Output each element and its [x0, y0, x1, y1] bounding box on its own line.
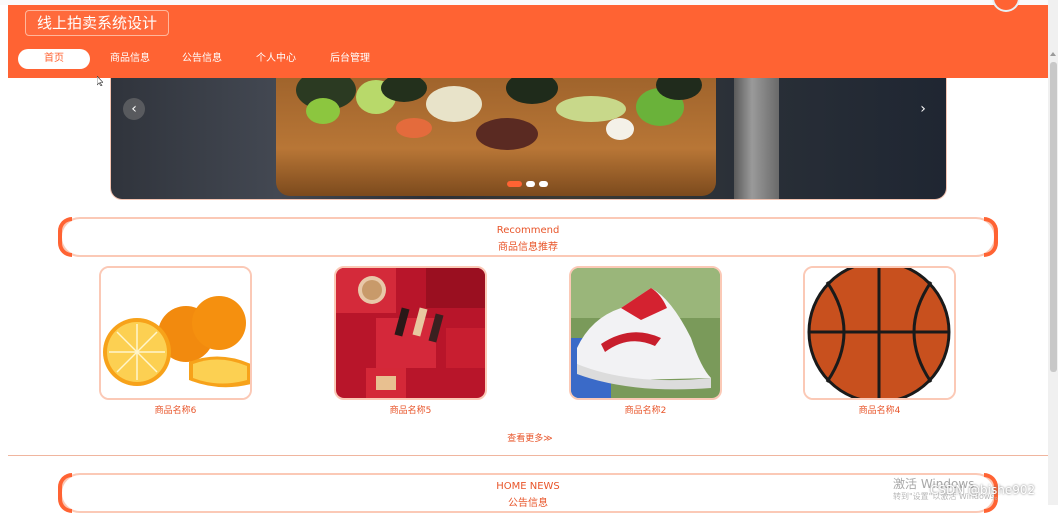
product-image-oranges [101, 268, 250, 398]
scroll-up-icon[interactable] [1050, 52, 1056, 56]
header: 线上拍卖系统设计 [8, 0, 1048, 41]
carousel-dot-2[interactable] [526, 181, 535, 187]
news-title-cn: 公告信息 [508, 498, 548, 509]
mouse-cursor-icon [97, 76, 103, 86]
scroll-thumb[interactable] [1050, 62, 1057, 372]
product-card[interactable] [803, 266, 956, 400]
product-card[interactable] [569, 266, 722, 400]
news-section-header: HOME NEWS 公告信息 [58, 473, 998, 513]
nav-item-admin[interactable]: 后台管理 [326, 49, 374, 69]
product-card[interactable] [334, 266, 487, 400]
banner-image [276, 78, 716, 196]
banner-carousel[interactable]: ‹ › [110, 78, 947, 200]
site-title[interactable]: 线上拍卖系统设计 [25, 10, 170, 36]
nav-item-products[interactable]: 商品信息 [106, 49, 154, 69]
recommend-section-header: Recommend 商品信息推荐 [58, 217, 998, 257]
nav-item-home[interactable]: 首页 [18, 49, 90, 69]
section-divider [8, 455, 1048, 456]
product-card[interactable] [99, 266, 252, 400]
csdn-watermark: CSDN @bishe902 [930, 483, 1036, 497]
nav-item-announcements[interactable]: 公告信息 [178, 49, 226, 69]
carousel-next-icon[interactable]: › [912, 98, 934, 120]
view-more-link[interactable]: 查看更多≫ [480, 431, 580, 444]
product-name[interactable]: 商品名称2 [569, 403, 722, 416]
vertical-scrollbar[interactable] [1048, 0, 1058, 505]
carousel-dot-1[interactable] [507, 181, 522, 187]
nav-item-profile[interactable]: 个人中心 [252, 49, 300, 69]
carousel-dot-3[interactable] [539, 181, 548, 187]
product-name[interactable]: 商品名称5 [334, 403, 487, 416]
product-image-basketball [805, 268, 954, 398]
recommend-title-cn: 商品信息推荐 [498, 242, 558, 253]
avatar[interactable] [992, 0, 1020, 12]
product-name[interactable]: 商品名称4 [803, 403, 956, 416]
product-image-cosmetics [336, 268, 485, 398]
product-image-sneaker [571, 268, 720, 398]
product-name[interactable]: 商品名称6 [99, 403, 252, 416]
banner-knife [734, 78, 779, 199]
main-nav: 首页 商品信息 公告信息 个人中心 后台管理 [8, 40, 1048, 78]
carousel-prev-icon[interactable]: ‹ [123, 98, 145, 120]
news-title-en: HOME NEWS [496, 481, 560, 492]
recommend-title-en: Recommend [496, 225, 560, 236]
